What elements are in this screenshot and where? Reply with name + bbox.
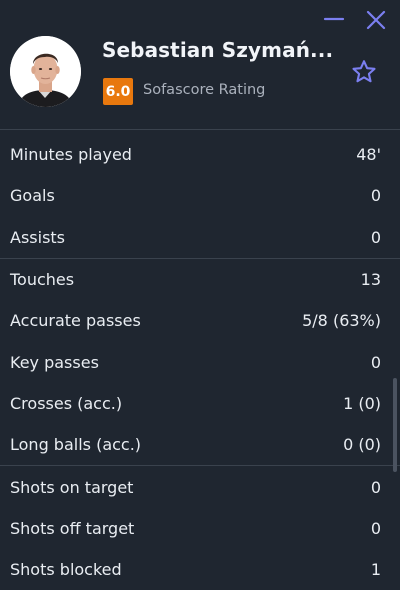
player-header: Sebastian Szymań... 6.0 Sofascore Rating bbox=[0, 0, 400, 131]
stat-value: 0 bbox=[370, 186, 381, 206]
stat-row-shots-on-target: Shots on target 0 bbox=[0, 466, 400, 507]
close-icon bbox=[366, 10, 386, 30]
stat-row-touches: Touches 13 bbox=[0, 259, 400, 300]
stat-value: 1 (0) bbox=[343, 393, 381, 413]
stat-label: Minutes played bbox=[10, 145, 132, 165]
minimize-icon bbox=[323, 17, 345, 21]
stat-row-shots-off-target: Shots off target 0 bbox=[0, 508, 400, 549]
stats-list: Minutes played 48' Goals 0 Assists 0 Tou… bbox=[0, 134, 400, 590]
player-name: Sebastian Szymań... bbox=[102, 38, 334, 62]
stat-value: 0 bbox=[370, 227, 381, 247]
stat-label: Touches bbox=[10, 270, 75, 290]
stat-value: 48' bbox=[356, 145, 381, 165]
stat-row-assists: Assists 0 bbox=[0, 217, 400, 258]
stat-value: 13 bbox=[360, 270, 381, 290]
rating-badge: 6.0 bbox=[103, 78, 133, 105]
minimize-button[interactable] bbox=[322, 8, 346, 32]
stat-label: Long balls (acc.) bbox=[10, 435, 142, 455]
stat-label: Goals bbox=[10, 186, 55, 206]
stat-row-long-balls: Long balls (acc.) 0 (0) bbox=[0, 424, 400, 465]
rating-label: Sofascore Rating bbox=[143, 82, 266, 98]
player-photo bbox=[10, 36, 81, 107]
stat-row-key-passes: Key passes 0 bbox=[0, 341, 400, 382]
stat-label: Shots on target bbox=[10, 477, 134, 497]
player-avatar[interactable] bbox=[10, 36, 81, 107]
stat-label: Shots off target bbox=[10, 518, 135, 538]
star-outline-icon bbox=[352, 60, 376, 83]
stat-value: 0 (0) bbox=[343, 435, 381, 455]
stat-value: 0 bbox=[370, 352, 381, 372]
stat-label: Key passes bbox=[10, 352, 99, 372]
stat-label: Accurate passes bbox=[10, 311, 141, 331]
player-stats-popup: Sebastian Szymań... 6.0 Sofascore Rating… bbox=[0, 0, 400, 590]
stat-value: 5/8 (63%) bbox=[302, 311, 381, 331]
close-button[interactable] bbox=[364, 8, 388, 32]
header-divider bbox=[0, 129, 400, 130]
stat-row-accurate-passes: Accurate passes 5/8 (63%) bbox=[0, 300, 400, 341]
stat-row-goals: Goals 0 bbox=[0, 175, 400, 216]
stat-row-shots-blocked: Shots blocked 1 bbox=[0, 549, 400, 590]
favorite-button[interactable] bbox=[350, 58, 378, 86]
stat-label: Crosses (acc.) bbox=[10, 393, 123, 413]
stat-value: 0 bbox=[370, 477, 381, 497]
scrollbar-thumb[interactable] bbox=[393, 378, 397, 472]
stat-row-minutes-played: Minutes played 48' bbox=[0, 134, 400, 175]
stat-label: Shots blocked bbox=[10, 560, 122, 580]
stat-value: 1 bbox=[370, 560, 381, 580]
stat-value: 0 bbox=[370, 518, 381, 538]
stat-row-crosses: Crosses (acc.) 1 (0) bbox=[0, 383, 400, 424]
stat-label: Assists bbox=[10, 227, 66, 247]
